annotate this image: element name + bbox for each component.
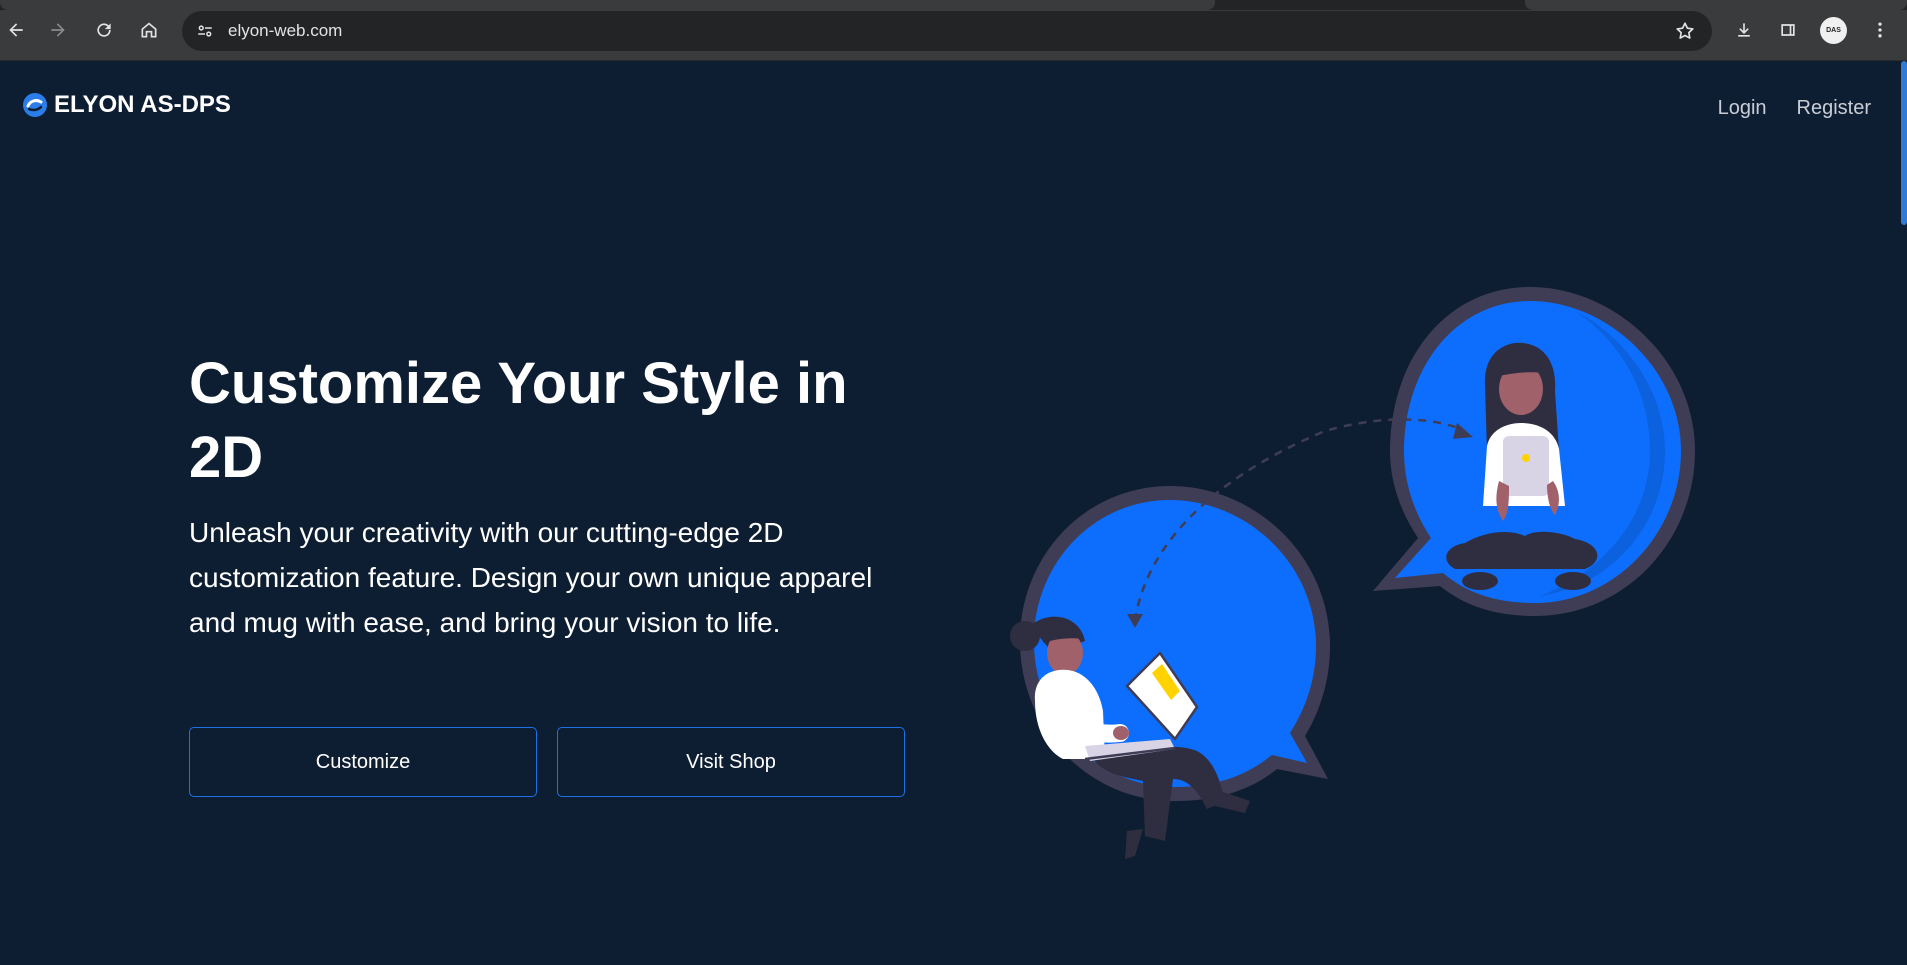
page: ELYON AS-DPS Login Register Customize Yo… — [0, 61, 1907, 965]
home-icon — [141, 22, 157, 38]
tab-strip — [0, 0, 1907, 10]
scrollbar-thumb[interactable] — [1901, 61, 1907, 225]
active-tab-edge[interactable] — [0, 0, 1215, 10]
menu-button[interactable] — [1864, 14, 1896, 46]
profile-avatar[interactable]: DAS — [1820, 17, 1847, 44]
hero-illustration — [1010, 287, 1695, 859]
reload-button[interactable] — [88, 14, 120, 46]
side-panel-button[interactable] — [1772, 14, 1804, 46]
forward-button[interactable] — [42, 14, 74, 46]
header-nav: Login Register — [1718, 97, 1871, 120]
tab-edge[interactable] — [1525, 0, 1907, 10]
back-button[interactable] — [0, 14, 32, 46]
arrow-right-icon — [51, 23, 65, 37]
kebab-menu-icon — [1878, 22, 1882, 38]
arrow-left-icon — [9, 23, 23, 37]
url-text[interactable]: elyon-web.com — [228, 21, 342, 41]
brand-logo-icon — [23, 93, 47, 117]
browser-toolbar: elyon-web.com DAS — [0, 0, 1907, 61]
reload-icon — [97, 23, 111, 37]
home-button[interactable] — [133, 14, 165, 46]
brand[interactable]: ELYON AS-DPS — [22, 91, 231, 119]
address-bar[interactable]: elyon-web.com — [182, 11, 1712, 51]
register-link[interactable]: Register — [1797, 97, 1871, 120]
hero-subtitle: Unleash your creativity with our cutting… — [189, 517, 873, 638]
bookmark-star-icon[interactable] — [1674, 20, 1696, 42]
side-panel-icon — [1781, 24, 1795, 36]
download-icon — [1738, 23, 1750, 37]
visit-shop-button[interactable]: Visit Shop — [557, 727, 905, 797]
login-link[interactable]: Login — [1718, 97, 1767, 120]
downloads-button[interactable] — [1728, 14, 1760, 46]
site-info-icon[interactable] — [194, 20, 216, 42]
customize-button[interactable]: Customize — [189, 727, 537, 797]
hero-title: Customize Your Style in 2D — [189, 351, 848, 490]
avatar-text: DAS — [1826, 27, 1841, 34]
brand-name: ELYON AS-DPS — [54, 91, 231, 118]
